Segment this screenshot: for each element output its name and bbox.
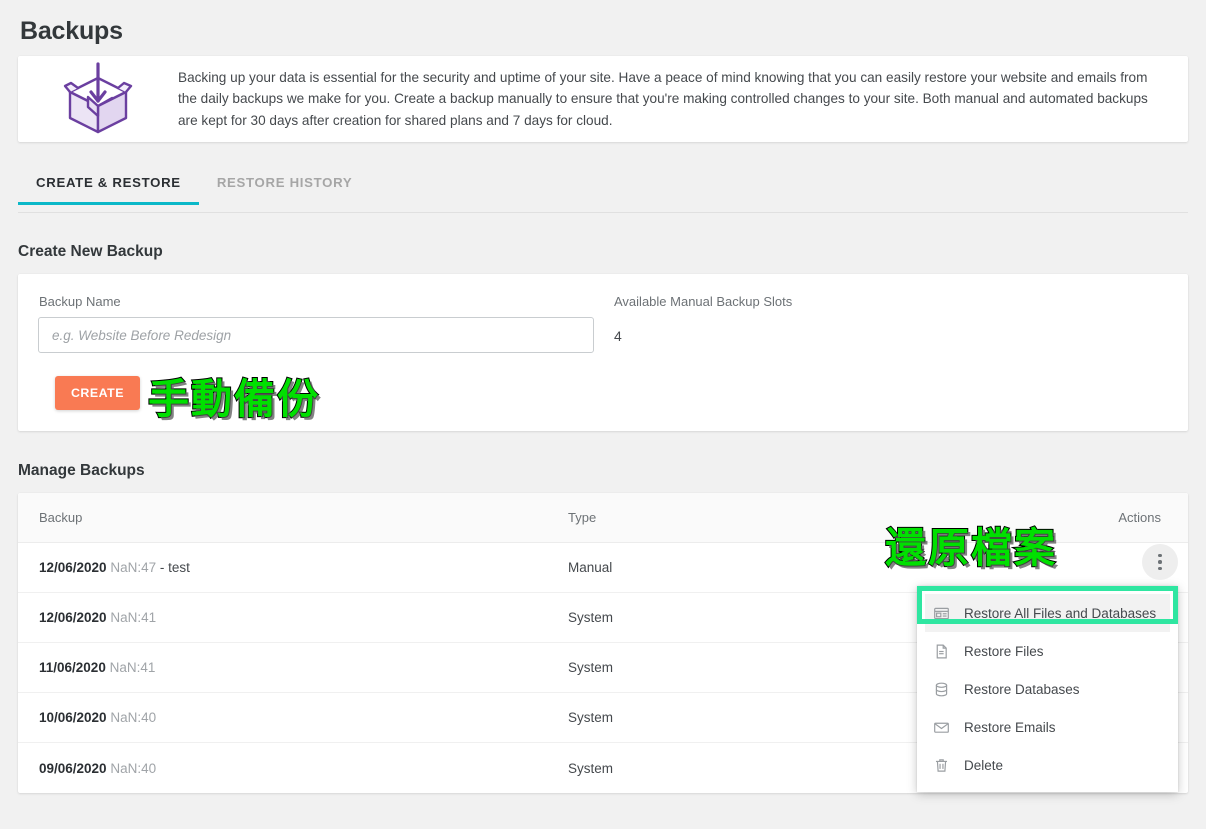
available-slots-value: 4 (614, 328, 622, 344)
file-icon (933, 643, 950, 660)
create-button[interactable]: CREATE (55, 376, 140, 410)
menu-item-label: Delete (964, 757, 1004, 773)
trash-icon (933, 757, 950, 774)
menu-item-label: Restore Databases (964, 681, 1080, 697)
backup-time: NaN:47 (106, 560, 157, 575)
column-header-actions: Actions (1118, 510, 1161, 525)
menu-item-label: Restore All Files and Databases (964, 605, 1157, 621)
table-header-row: Backup Type Actions (18, 493, 1188, 543)
tab-restore-history[interactable]: RESTORE HISTORY (199, 163, 371, 204)
create-backup-card: Backup Name Available Manual Backup Slot… (18, 274, 1188, 431)
create-new-backup-heading: Create New Backup (18, 243, 163, 260)
page-title: Backups (20, 17, 123, 45)
column-header-backup: Backup (39, 510, 83, 525)
available-slots-label: Available Manual Backup Slots (614, 294, 793, 309)
backup-date: 11/06/2020 (39, 660, 106, 675)
cell-type: Manual (568, 560, 613, 575)
backup-time: NaN:40 (106, 760, 157, 776)
manage-backups-heading: Manage Backups (18, 462, 145, 479)
menu-item-label: Restore Files (964, 643, 1044, 659)
database-icon (933, 681, 950, 698)
backup-date: 12/06/2020 (39, 610, 107, 625)
column-header-type: Type (568, 510, 597, 525)
backup-date: 09/06/2020 (39, 760, 107, 776)
info-card: Backing up your data is essential for th… (18, 56, 1188, 142)
backups-page: Backups Backing up your data is essentia… (0, 0, 1206, 829)
kebab-dot (1158, 560, 1162, 564)
envelope-icon (933, 719, 950, 736)
menu-item-restore-all-files-and-databases[interactable]: Restore All Files and Databases (925, 594, 1170, 632)
cell-backup: 10/06/2020 NaN:40 (18, 710, 568, 725)
backup-time: NaN:41 (105, 660, 156, 675)
cell-type: System (568, 660, 614, 675)
menu-item-restore-emails[interactable]: Restore Emails (917, 708, 1178, 746)
cell-type: System (568, 710, 614, 725)
backup-date: 12/06/2020 (39, 560, 107, 575)
kebab-dot (1158, 553, 1162, 558)
menu-item-label: Restore Emails (964, 719, 1056, 735)
backup-name-label: Backup Name (39, 294, 121, 309)
tab-create-and-restore[interactable]: CREATE & RESTORE (18, 163, 199, 205)
restore-all-icon (933, 605, 950, 622)
backup-date: 10/06/2020 (39, 710, 107, 725)
cell-type: System (568, 610, 614, 625)
backup-note: - test (156, 560, 190, 575)
backup-time: NaN:40 (106, 710, 157, 725)
backup-name-input[interactable] (38, 317, 594, 353)
cell-backup: 12/06/2020 NaN:47 - test (18, 560, 568, 575)
menu-item-delete[interactable]: Delete (917, 746, 1178, 784)
kebab-dot (1158, 566, 1162, 571)
cell-backup: 12/06/2020 NaN:41 (18, 610, 568, 625)
menu-item-restore-databases[interactable]: Restore Databases (917, 670, 1178, 708)
row-actions-kebab-icon[interactable] (1142, 544, 1178, 580)
open-box-with-down-arrow-icon (18, 61, 178, 137)
cell-backup: 09/06/2020 NaN:40 (18, 761, 568, 776)
row-actions-menu[interactable]: Restore All Files and Databases Restore F… (917, 586, 1178, 792)
tab-bar: CREATE & RESTORE RESTORE HISTORY (18, 163, 1188, 213)
info-description: Backing up your data is essential for th… (178, 69, 1148, 128)
cell-type: System (568, 760, 614, 776)
cell-backup: 11/06/2020 NaN:41 (18, 660, 568, 675)
menu-item-restore-files[interactable]: Restore Files (917, 632, 1178, 670)
backup-time: NaN:41 (106, 610, 157, 625)
